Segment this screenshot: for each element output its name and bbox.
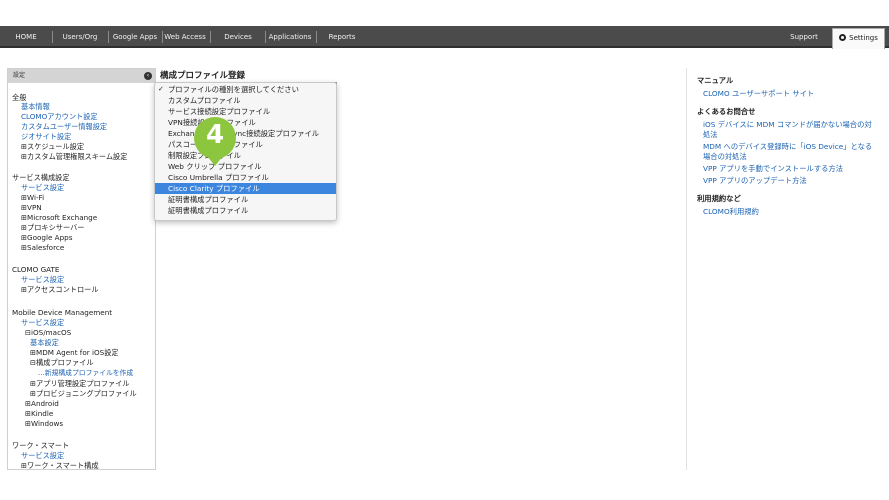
sidebar-item-salesforce[interactable]: ⊞Salesforce — [21, 243, 64, 252]
sidebar-item-custom-permission[interactable]: ⊞カスタム管理権限スキーム設定 — [21, 152, 127, 161]
manual-heading: マニュアル — [697, 76, 734, 85]
sidebar-item-ios-macos[interactable]: ⊟iOS/macOS — [25, 328, 71, 337]
sidebar-item-kindle[interactable]: ⊞Kindle — [25, 409, 53, 418]
dropdown-option[interactable]: Exchange ActiveSync接続設定プロファイル — [155, 128, 336, 139]
sidebar-item-clomo-account[interactable]: CLOMOアカウント設定 — [21, 112, 98, 121]
tab-separator — [316, 31, 317, 43]
sidebar-item-wifi[interactable]: ⊞Wi-Fi — [21, 193, 44, 202]
profile-type-dropdown[interactable]: プロファイルの種別を選択してください カスタムプロファイル サービス接続設定プロ… — [154, 82, 337, 221]
sidebar-item-custom-user-info[interactable]: カスタムユーザー情報設定 — [21, 122, 107, 131]
dropdown-option[interactable]: パスコード設定プロファイル — [155, 139, 336, 150]
sidebar-item-google-apps[interactable]: ⊞Google Apps — [21, 233, 72, 242]
section-mdm: Mobile Device Management — [12, 308, 113, 317]
settings-label: Settings — [849, 34, 878, 42]
top-nav-bar: HOME Users/Org Google Apps Web Access De… — [0, 26, 889, 49]
faq-link[interactable]: 処法 — [703, 130, 718, 140]
sidebar-item-schedule[interactable]: ⊞スケジュール設定 — [21, 142, 84, 151]
sidebar-item-gate-service[interactable]: サービス設定 — [21, 275, 64, 284]
sidebar-item-service-settings[interactable]: サービス設定 — [21, 183, 64, 192]
sidebar-item-config-profile[interactable]: ⊟構成プロファイル — [30, 358, 94, 367]
tab-devices[interactable]: Devices — [214, 26, 262, 46]
settings-sidebar: 設定 ‹ 全般 基本情報 CLOMOアカウント設定 カスタムユーザー情報設定 ジ… — [7, 68, 156, 470]
faq-link[interactable]: MDM へのデバイス登録時に「iOS Device」となる — [703, 142, 872, 152]
dropdown-option[interactable]: VPN接続設定プロファイル — [155, 117, 336, 128]
sidebar-item-mdm-agent[interactable]: ⊞MDM Agent for iOS設定 — [30, 348, 119, 357]
tab-support[interactable]: Support — [782, 26, 826, 46]
faq-link[interactable]: VPP アプリのアップデート方法 — [703, 176, 807, 186]
page-title: 構成プロファイル登録 — [160, 71, 246, 81]
tab-separator — [108, 31, 109, 43]
tab-applications[interactable]: Applications — [266, 26, 314, 46]
dropdown-option-selected[interactable]: Cisco Clarity プロファイル — [155, 183, 336, 194]
faq-link[interactable]: 場合の対処法 — [703, 152, 747, 162]
sidebar-item-geosite[interactable]: ジオサイト設定 — [21, 132, 71, 141]
gear-icon — [839, 34, 847, 41]
sidebar-item-vpn[interactable]: ⊞VPN — [21, 203, 42, 212]
sidebar-item-provisioning[interactable]: ⊞プロビジョニングプロファイル — [30, 389, 137, 398]
dropdown-option[interactable]: 証明書構成プロファイル — [155, 205, 336, 216]
sidebar-item-basic-info[interactable]: 基本情報 — [21, 102, 50, 111]
section-clomo-gate: CLOMO GATE — [12, 265, 60, 274]
step-marker-number: 4 — [205, 120, 225, 150]
faq-heading: よくあるお問合せ — [697, 107, 756, 116]
tab-separator — [210, 31, 211, 43]
tab-settings[interactable]: Settings — [832, 28, 885, 49]
sidebar-header: 設定 ‹ — [8, 69, 155, 83]
section-work-smart: ワーク・スマート — [12, 441, 70, 450]
sidebar-item-new-profile[interactable]: …新規構成プロファイルを作成 — [38, 369, 133, 378]
tab-separator — [52, 31, 53, 43]
dropdown-option[interactable]: 制限設定プロファイル — [155, 150, 336, 161]
terms-heading: 利用規約など — [697, 194, 741, 203]
dropdown-option[interactable]: サービス接続設定プロファイル — [155, 106, 336, 117]
sidebar-item-proxy[interactable]: ⊞プロキシサーバー — [21, 223, 84, 232]
section-general: 全般 — [12, 93, 27, 102]
collapse-left-icon[interactable]: ‹ — [144, 72, 152, 80]
sidebar-item-android[interactable]: ⊞Android — [25, 399, 59, 408]
dropdown-option[interactable]: プロファイルの種別を選択してください — [155, 84, 336, 95]
terms-link[interactable]: CLOMO利用規約 — [703, 207, 759, 217]
section-service-config: サービス構成設定 — [12, 173, 70, 182]
faq-link[interactable]: VPP アプリを手動でインストールする方法 — [703, 164, 843, 174]
manual-link[interactable]: CLOMO ユーザーサポート サイト — [703, 89, 814, 99]
dropdown-option[interactable]: Web クリップ プロファイル — [155, 161, 336, 172]
dropdown-option[interactable]: 証明書構成プロファイル — [155, 194, 336, 205]
tab-users-org[interactable]: Users/Org — [55, 26, 105, 46]
dropdown-option[interactable]: カスタムプロファイル — [155, 95, 336, 106]
dropdown-option[interactable]: Cisco Umbrella プロファイル — [155, 172, 336, 183]
faq-link[interactable]: iOS デバイスに MDM コマンドが届かない場合の対 — [703, 120, 872, 130]
sidebar-item-mdm-service[interactable]: サービス設定 — [21, 318, 64, 327]
tab-web-access[interactable]: Web Access — [163, 26, 207, 46]
tab-google-apps[interactable]: Google Apps — [110, 26, 160, 46]
sidebar-item-windows[interactable]: ⊞Windows — [25, 419, 63, 428]
sidebar-item-exchange[interactable]: ⊞Microsoft Exchange — [21, 213, 97, 222]
tab-reports[interactable]: Reports — [318, 26, 366, 46]
sidebar-item-access-control[interactable]: ⊞アクセスコントロール — [21, 285, 99, 294]
sidebar-item-basic-settings[interactable]: 基本設定 — [30, 338, 59, 347]
sidebar-header-label: 設定 — [13, 72, 26, 79]
right-panel-divider — [686, 68, 687, 470]
tab-home[interactable]: HOME — [4, 26, 48, 46]
sidebar-item-app-management[interactable]: ⊞アプリ管理設定プロファイル — [30, 379, 129, 388]
sidebar-item-ws-service[interactable]: サービス設定 — [21, 451, 64, 460]
sidebar-item-ws-config[interactable]: ⊞ワーク・スマート構成 — [21, 461, 99, 469]
